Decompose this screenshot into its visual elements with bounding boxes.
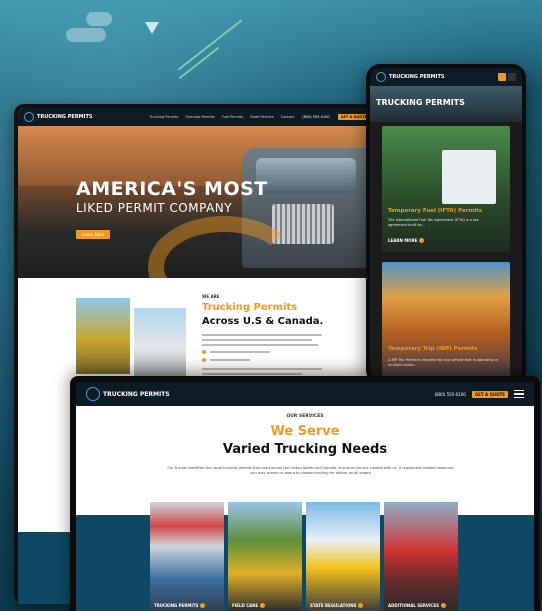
- desktop-hero: AMERICA'S MOST LIKED PERMIT COMPANY Lear…: [18, 126, 376, 278]
- service-card-label-row: STATE REGULATIONS: [310, 603, 364, 608]
- nav-item[interactable]: Contact: [281, 115, 295, 119]
- services-title-accent: We Serve: [270, 424, 340, 439]
- tablet-mockup: TRUCKING PERMITS (800) 555-0100 GET A QU…: [70, 376, 540, 611]
- brand-name: TRUCKING PERMITS: [389, 74, 445, 80]
- service-card-label-row: ADDITIONAL SERVICES: [388, 603, 447, 608]
- text-line: [202, 339, 312, 341]
- phone-icon[interactable]: [498, 73, 506, 81]
- section-title: Across U.S & Canada.: [202, 316, 324, 327]
- services-paragraph: Our trucker identifies the usual truckin…: [167, 466, 455, 475]
- mobile-navbar: TRUCKING PERMITS: [370, 68, 522, 86]
- phone-number[interactable]: (800) 555-0100: [435, 392, 466, 397]
- bullet-icon: [202, 350, 206, 354]
- text-line: [202, 368, 322, 370]
- section-eyebrow: WE ARE: [202, 294, 220, 299]
- truck-image: [442, 150, 496, 204]
- trailer-image: [134, 308, 186, 380]
- brand-logo[interactable]: TRUCKING PERMITS: [24, 112, 93, 122]
- hero-subheadline: LIKED PERMIT COMPANY: [76, 201, 233, 215]
- service-card-label: STATE REGULATIONS: [310, 603, 357, 608]
- tablet-screen: TRUCKING PERMITS (800) 555-0100 GET A QU…: [76, 382, 534, 611]
- permit-card-ifta[interactable]: Temporary Fuel (IFTA) Permits The Intern…: [382, 126, 510, 252]
- service-card[interactable]: FIELD CARE: [228, 502, 302, 611]
- text-line: [210, 359, 250, 361]
- service-card-label: ADDITIONAL SERVICES: [388, 603, 440, 608]
- service-card[interactable]: STATE REGULATIONS: [306, 502, 380, 611]
- truck-windshield: [256, 158, 356, 194]
- service-card[interactable]: TRUCKING PERMITS: [150, 502, 224, 611]
- menu-icon[interactable]: [508, 73, 516, 81]
- permit-card-text: A IRP Trip Permit is required for any ve…: [388, 358, 498, 367]
- permit-card-title: Temporary Fuel (IFTA) Permits: [388, 208, 483, 214]
- desktop-navbar: TRUCKING PERMITS Trucking Permits Oversi…: [18, 108, 376, 126]
- phone-number[interactable]: (800) 555-0100: [302, 115, 329, 119]
- mobile-hero: TRUCKING PERMITS: [370, 86, 522, 122]
- nav-item[interactable]: Fuel Permits: [222, 115, 243, 119]
- mobile-nav-icons: [498, 73, 516, 81]
- cloud-decoration: [86, 12, 112, 26]
- services-title: Varied Trucking Needs: [222, 442, 388, 457]
- quote-button[interactable]: GET A QUOTE: [471, 390, 508, 398]
- hamburger-menu-icon[interactable]: [514, 390, 524, 398]
- logo-icon: [376, 72, 386, 82]
- permit-card-irp[interactable]: Temporary Trip (IRP) Permits A IRP Trip …: [382, 262, 510, 380]
- mobile-screen: TRUCKING PERMITS TRUCKING PERMITS Tempor…: [370, 68, 522, 380]
- service-card-label-row: TRUCKING PERMITS: [154, 603, 206, 608]
- learn-more-link[interactable]: LEARN MORE: [388, 238, 425, 243]
- text-line: [210, 351, 270, 353]
- section-title-accent: Trucking Permits: [202, 302, 298, 313]
- service-card-label: TRUCKING PERMITS: [154, 603, 199, 608]
- arrow-circle-icon: [260, 603, 266, 608]
- triangle-icon: [145, 22, 159, 34]
- text-line: [202, 373, 302, 375]
- text-line: [202, 334, 322, 336]
- services-eyebrow: OUR SERVICES: [286, 414, 324, 419]
- mobile-mockup: TRUCKING PERMITS TRUCKING PERMITS Tempor…: [366, 64, 526, 384]
- tablet-navbar: TRUCKING PERMITS (800) 555-0100 GET A QU…: [76, 382, 534, 406]
- excavator-image: [76, 298, 130, 374]
- nav-item[interactable]: Trucking Permits: [149, 115, 178, 119]
- brand-name: TRUCKING PERMITS: [37, 114, 93, 120]
- hero-learn-more-button[interactable]: Learn More: [76, 230, 111, 239]
- brand-logo[interactable]: TRUCKING PERMITS: [376, 72, 445, 82]
- desktop-menu: Trucking Permits Oversize Permits Fuel P…: [149, 115, 294, 119]
- permit-card-text: The International Fuel Tax Agreement (IF…: [388, 218, 479, 227]
- arrow-circle-icon: [200, 603, 206, 608]
- permit-card-title: Temporary Trip (IRP) Permits: [388, 346, 478, 352]
- arrow-circle-icon: [441, 603, 447, 608]
- nav-item[interactable]: Oversize Permits: [185, 115, 214, 119]
- arrow-circle-icon: [358, 603, 364, 608]
- arrow-circle-icon: [419, 238, 425, 243]
- nav-item[interactable]: State Permits: [250, 115, 273, 119]
- hero-headline: AMERICA'S MOST: [76, 178, 268, 200]
- tablet-nav-right: (800) 555-0100 GET A QUOTE: [435, 390, 524, 398]
- brand-name: TRUCKING PERMITS: [103, 390, 170, 398]
- logo-icon: [24, 112, 34, 122]
- bullet-icon: [202, 358, 206, 362]
- logo-icon: [86, 387, 100, 401]
- services-band: [76, 515, 534, 611]
- learn-more-label: LEARN MORE: [388, 238, 418, 243]
- service-card-label: FIELD CARE: [232, 603, 259, 608]
- mobile-hero-title: TRUCKING PERMITS: [376, 98, 465, 107]
- service-card[interactable]: ADDITIONAL SERVICES: [384, 502, 458, 611]
- text-line: [202, 344, 318, 346]
- service-card-label-row: FIELD CARE: [232, 603, 266, 608]
- brand-logo[interactable]: TRUCKING PERMITS: [86, 387, 170, 401]
- cloud-decoration: [66, 28, 106, 42]
